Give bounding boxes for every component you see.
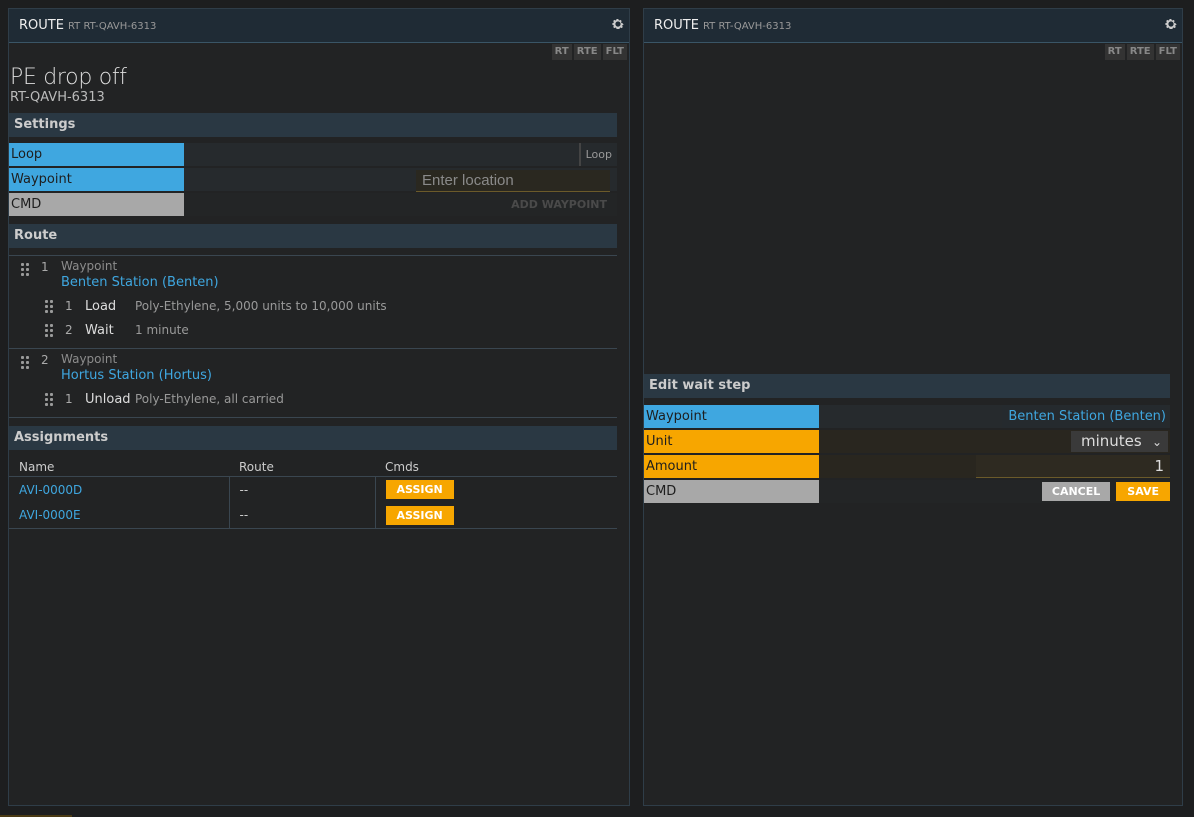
- list-item: 2 Waypoint Hortus Station (Hortus) 1 Unl…: [9, 348, 617, 417]
- cmd-label: CMD: [644, 480, 819, 503]
- assignments-header: Assignments: [9, 426, 617, 450]
- route-cell: --: [229, 502, 376, 529]
- amount-label: Amount: [644, 455, 819, 478]
- vehicle-link[interactable]: AVI-0000E: [19, 508, 81, 522]
- route-section: Route 1 Waypoint Benten Station (Benten)…: [9, 224, 617, 418]
- waypoint-number: 1: [41, 260, 49, 274]
- drag-handle-icon[interactable]: [45, 392, 65, 406]
- waypoint-link[interactable]: Benten Station (Benten): [1002, 405, 1166, 428]
- step-number: 1: [65, 299, 73, 313]
- loop-label: Loop: [9, 143, 184, 166]
- amount-input[interactable]: 1: [976, 455, 1170, 478]
- step-action: Load: [85, 298, 117, 314]
- panel-title: ROUTE: [654, 18, 699, 33]
- table-row: AVI-0000D -- ASSIGN: [9, 476, 617, 503]
- save-button[interactable]: SAVE: [1116, 482, 1170, 501]
- cmd-row: CMD CANCEL SAVE: [644, 480, 1170, 503]
- add-waypoint-button[interactable]: ADD WAYPOINT: [501, 193, 617, 216]
- settings-header: Settings: [9, 113, 617, 137]
- edit-wait-step-header: Edit wait step: [644, 374, 1170, 398]
- unit-value: minutes ⌄: [819, 430, 1170, 453]
- waypoint-number: 2: [41, 353, 49, 367]
- loop-value: Loop: [184, 143, 617, 166]
- drag-handle-icon[interactable]: [21, 356, 41, 369]
- column-header: Name: [9, 454, 229, 477]
- step-item: 2 Wait 1 minute: [9, 318, 617, 342]
- route-cell: --: [229, 476, 376, 503]
- unit-select[interactable]: minutes ⌄: [1071, 431, 1168, 452]
- step-number: 2: [65, 323, 73, 337]
- tab-flt[interactable]: FLT: [1155, 44, 1180, 60]
- assign-button[interactable]: ASSIGN: [385, 505, 454, 525]
- waypoint-row: Waypoint Benten Station (Benten): [644, 405, 1170, 428]
- panel-title: ROUTE: [19, 18, 64, 33]
- cmd-row: CMD ADD WAYPOINT: [9, 193, 617, 216]
- step-action: Unload: [85, 391, 131, 407]
- route-panel-left: ROUTE RT RT-QAVH-6313 RT RTE FLT PE drop…: [8, 8, 630, 806]
- assignments-table: Name Route Cmds AVI-0000D -- ASSIGN AVI-…: [9, 454, 617, 529]
- unit-row: Unit minutes ⌄: [644, 430, 1170, 453]
- route-name: PE drop off: [10, 65, 127, 90]
- drag-handle-icon[interactable]: [45, 323, 65, 337]
- amount-value: 1: [819, 455, 1170, 478]
- waypoint-label: Waypoint: [9, 168, 184, 191]
- waypoint-kind: Waypoint: [61, 352, 118, 366]
- waypoint-value: [184, 168, 617, 192]
- step-action: Wait: [85, 322, 114, 338]
- gear-icon[interactable]: [1164, 17, 1178, 31]
- gear-icon[interactable]: [611, 17, 625, 31]
- tab-rt[interactable]: RT: [551, 44, 572, 60]
- waypoint-label: Waypoint: [644, 405, 819, 428]
- route-header: Route: [9, 224, 617, 248]
- tab-rte[interactable]: RTE: [1126, 44, 1154, 60]
- view-tabs: RT RTE FLT: [9, 44, 629, 62]
- panel-subtitle: RT RT-QAVH-6313: [67, 21, 157, 32]
- unit-selected: minutes: [1081, 432, 1142, 450]
- waypoint-value: Benten Station (Benten): [819, 405, 1170, 428]
- list-item: 1 Waypoint Benten Station (Benten) 1 Loa…: [9, 255, 617, 348]
- view-tabs: RT RTE FLT: [644, 44, 1182, 62]
- vehicle-link[interactable]: AVI-0000D: [19, 483, 82, 497]
- route-id: RT-QAVH-6313: [10, 90, 105, 105]
- waypoint-row: Waypoint: [9, 168, 617, 192]
- drag-handle-icon[interactable]: [45, 299, 65, 313]
- column-header: Route: [229, 454, 375, 477]
- tab-rte[interactable]: RTE: [573, 44, 601, 60]
- waypoint-link[interactable]: Benten Station (Benten): [61, 275, 219, 290]
- step-number: 1: [65, 392, 73, 406]
- step-description: Poly-Ethylene, 5,000 units to 10,000 uni…: [135, 299, 387, 313]
- step-item: 1 Load Poly-Ethylene, 5,000 units to 10,…: [9, 294, 617, 318]
- loop-toggle[interactable]: Loop: [578, 143, 617, 166]
- step-description: 1 minute: [135, 323, 189, 337]
- drag-handle-icon[interactable]: [21, 263, 41, 276]
- edit-wait-step-form: Edit wait step Waypoint Benten Station (…: [644, 374, 1170, 503]
- cmd-label: CMD: [9, 193, 184, 216]
- table-row: AVI-0000E -- ASSIGN: [9, 502, 617, 529]
- cmd-value: ADD WAYPOINT: [184, 193, 617, 216]
- step-description: Poly-Ethylene, all carried: [135, 392, 284, 406]
- cancel-button[interactable]: CANCEL: [1041, 482, 1111, 501]
- panel-header: ROUTE RT RT-QAVH-6313: [644, 9, 1182, 43]
- route-list: 1 Waypoint Benten Station (Benten) 1 Loa…: [9, 255, 617, 418]
- loop-row: Loop Loop: [9, 143, 617, 166]
- tab-rt[interactable]: RT: [1104, 44, 1125, 60]
- route-panel-right: ROUTE RT RT-QAVH-6313 RT RTE FLT Edit wa…: [643, 8, 1183, 806]
- panel-header: ROUTE RT RT-QAVH-6313: [9, 9, 629, 43]
- amount-row: Amount 1: [644, 455, 1170, 478]
- column-header: Cmds: [375, 454, 617, 477]
- tab-flt[interactable]: FLT: [602, 44, 627, 60]
- unit-label: Unit: [644, 430, 819, 453]
- settings-section: Settings Loop Loop Waypoint CMD ADD WAYP…: [9, 113, 617, 216]
- panel-subtitle: RT RT-QAVH-6313: [702, 21, 792, 32]
- waypoint-kind: Waypoint: [61, 259, 118, 273]
- step-item: 1 Unload Poly-Ethylene, all carried: [9, 387, 617, 411]
- assign-button[interactable]: ASSIGN: [385, 480, 454, 500]
- location-input[interactable]: [416, 170, 610, 192]
- cmd-value: CANCEL SAVE: [819, 480, 1170, 503]
- chevron-down-icon: ⌄: [1151, 435, 1162, 449]
- assignments-section: Assignments Name Route Cmds AVI-0000D --…: [9, 426, 617, 529]
- waypoint-link[interactable]: Hortus Station (Hortus): [61, 368, 212, 383]
